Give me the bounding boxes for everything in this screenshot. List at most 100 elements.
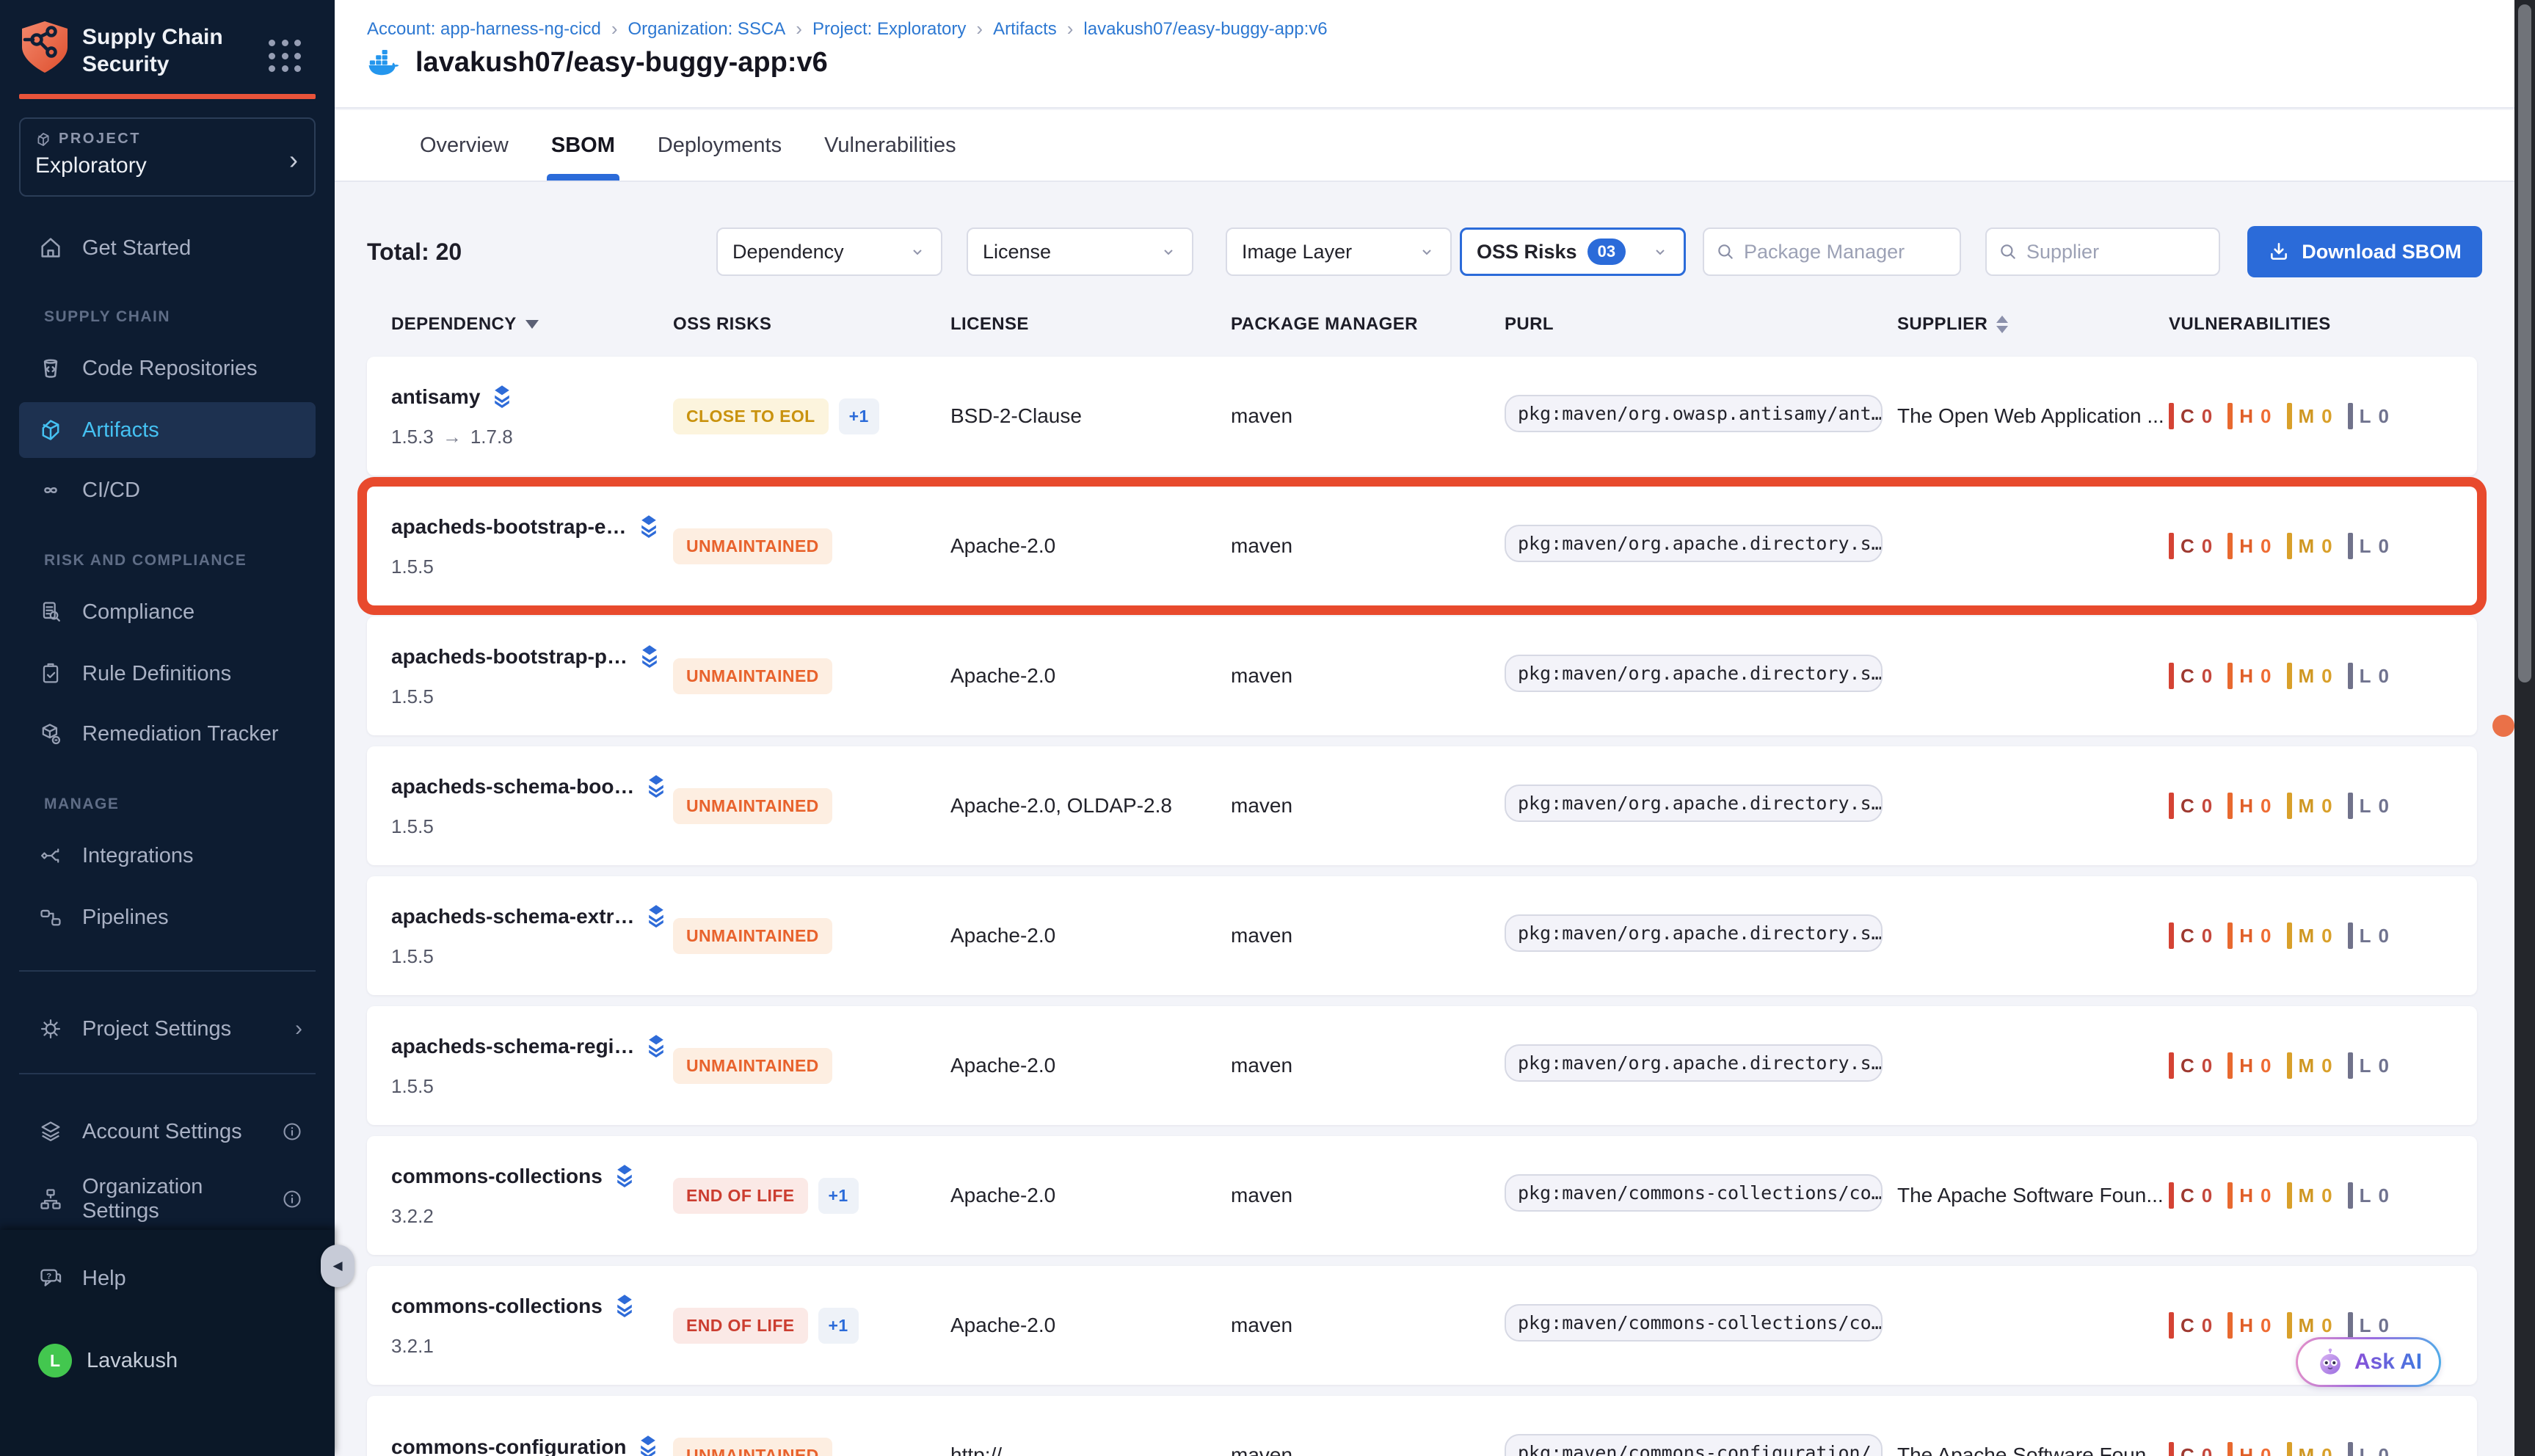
layers-icon[interactable] (636, 1435, 660, 1456)
tab-vulnerabilities[interactable]: Vulnerabilities (824, 110, 956, 181)
oss-risks-filter-select[interactable]: OSS Risks 03 (1460, 228, 1686, 276)
purl-cell: pkg:maven/org.apache.directory.s… (1505, 914, 1897, 957)
scrollbar-track[interactable] (2514, 0, 2535, 1456)
user-menu[interactable]: L Lavakush (19, 1333, 316, 1388)
ask-ai-button[interactable]: Ask AI (2296, 1337, 2441, 1387)
col-purl: PURL (1505, 314, 1897, 335)
table-row[interactable]: apacheds-schema-boo… 1.5.5 UNMAINTAINED … (367, 746, 2477, 865)
oss-risks-cell: UNMAINTAINED (673, 528, 950, 564)
layers-icon[interactable] (638, 644, 661, 669)
sidebar-item-cicd[interactable]: CI/CD (19, 462, 316, 518)
layers-icon[interactable] (644, 904, 668, 929)
package-manager-cell: maven (1231, 1184, 1505, 1207)
app-switcher-icon[interactable] (269, 40, 302, 73)
sidebar-item-compliance[interactable]: Compliance (19, 584, 316, 640)
sidebar-item-pipelines[interactable]: Pipelines (19, 889, 316, 945)
info-icon[interactable] (282, 1121, 302, 1142)
purl-pill[interactable]: pkg:maven/commons-configuration/… (1505, 1434, 1883, 1456)
more-risks-badge[interactable]: +1 (839, 398, 879, 434)
purl-pill[interactable]: pkg:maven/org.owasp.antisamy/ant… (1505, 395, 1883, 432)
supplier-input[interactable] (2026, 241, 2207, 263)
dependency-version: 1.5.5 (391, 685, 673, 708)
more-risks-badge[interactable]: +1 (818, 1178, 859, 1214)
tab-sbom[interactable]: SBOM (551, 110, 615, 181)
sidebar-item-code-repositories[interactable]: Code Repositories (19, 341, 316, 396)
download-sbom-button[interactable]: Download SBOM (2247, 226, 2482, 277)
avatar: L (38, 1344, 72, 1377)
tab-overview[interactable]: Overview (420, 110, 509, 181)
supplier-search (1985, 228, 2220, 276)
breadcrumb-account[interactable]: Account: app-harness-ng-cicd (367, 19, 601, 40)
package-manager-cell: maven (1231, 404, 1505, 428)
sidebar-item-help[interactable]: ? Help (19, 1251, 316, 1306)
breadcrumb-project[interactable]: Project: Exploratory (812, 19, 966, 40)
layers-icon[interactable] (613, 1294, 636, 1319)
table-row[interactable]: apacheds-schema-regi… 1.5.5 UNMAINTAINED… (367, 1006, 2477, 1125)
high-count: H0 (2227, 1442, 2272, 1456)
table-row[interactable]: commons-collections 3.2.2 END OF LIFE +1… (367, 1136, 2477, 1255)
layers-gear-icon (38, 1119, 63, 1144)
purl-pill[interactable]: pkg:maven/commons-collections/co… (1505, 1174, 1883, 1212)
scrollbar-thumb[interactable] (2518, 4, 2531, 682)
sidebar-item-organization-settings[interactable]: Organization Settings (19, 1171, 316, 1227)
sidebar-item-get-started[interactable]: Get Started (19, 220, 316, 276)
project-selector[interactable]: PROJECT Exploratory › (19, 117, 316, 197)
license-filter-select[interactable]: License (967, 228, 1193, 276)
purl-pill[interactable]: pkg:maven/org.apache.directory.s… (1505, 1044, 1883, 1082)
sidebar-item-integrations[interactable]: Integrations (19, 828, 316, 884)
layers-icon[interactable] (490, 385, 514, 410)
sort-toggle-icon[interactable] (1996, 316, 2008, 333)
dependency-version: 1.5.5 (391, 556, 673, 578)
table-row[interactable]: apacheds-schema-extr… 1.5.5 UNMAINTAINED… (367, 876, 2477, 995)
layers-icon[interactable] (644, 774, 668, 799)
notification-dot[interactable] (2492, 715, 2514, 737)
sidebar-item-account-settings[interactable]: Account Settings (19, 1104, 316, 1160)
home-icon (38, 236, 63, 261)
cube-icon (38, 418, 63, 443)
table-row[interactable]: antisamy 1.5.3 → 1.7.8 CLOSE TO EOL +1 B… (367, 357, 2477, 476)
chevron-right-icon: › (289, 147, 298, 173)
purl-pill[interactable]: pkg:maven/org.apache.directory.s… (1505, 785, 1883, 822)
dependency-name: apacheds-schema-extr… (391, 905, 634, 928)
breadcrumb-organization[interactable]: Organization: SSCA (628, 19, 786, 40)
layers-icon[interactable] (613, 1164, 636, 1189)
table-row[interactable]: apacheds-bootstrap-e… 1.5.5 UNMAINTAINED… (367, 487, 2477, 605)
oss-risks-cell: END OF LIFE +1 (673, 1178, 950, 1214)
layers-icon[interactable] (637, 514, 661, 539)
table-row[interactable]: commons-configuration UNMAINTAINED http:… (367, 1396, 2477, 1456)
vulnerabilities-cell: C0 H0 M0 L0 (2169, 663, 2462, 689)
tab-deployments[interactable]: Deployments (658, 110, 782, 181)
dependency-name: apacheds-bootstrap-p… (391, 645, 628, 669)
image-layer-filter-select[interactable]: Image Layer (1226, 228, 1452, 276)
vulnerabilities-cell: C0 H0 M0 L0 (2169, 403, 2462, 429)
ask-ai-label: Ask AI (2354, 1350, 2422, 1375)
package-manager-input[interactable] (1744, 241, 1948, 263)
sidebar-item-remediation-tracker[interactable]: Remediation Tracker (19, 706, 316, 762)
dependency-cell: apacheds-schema-regi… 1.5.5 (391, 1034, 673, 1098)
medium-count: M0 (2287, 663, 2333, 689)
sort-descending-icon[interactable] (525, 320, 539, 329)
layers-icon[interactable] (644, 1034, 668, 1059)
sidebar-item-rule-definitions[interactable]: Rule Definitions (19, 646, 316, 702)
purl-pill[interactable]: pkg:maven/org.apache.directory.s… (1505, 914, 1883, 952)
section-risk-compliance: RISK AND COMPLIANCE (44, 552, 247, 569)
dependency-filter-select[interactable]: Dependency (716, 228, 942, 276)
medium-count: M0 (2287, 533, 2333, 559)
sidebar-item-project-settings[interactable]: Project Settings › (19, 1001, 316, 1057)
more-risks-badge[interactable]: +1 (818, 1308, 859, 1344)
table-row[interactable]: apacheds-bootstrap-p… 1.5.5 UNMAINTAINED… (367, 616, 2477, 735)
pipeline-flow-icon (38, 905, 63, 930)
medium-count: M0 (2287, 793, 2333, 819)
purl-pill[interactable]: pkg:maven/commons-collections/co… (1505, 1304, 1883, 1342)
purl-pill[interactable]: pkg:maven/org.apache.directory.s… (1505, 655, 1883, 692)
info-icon[interactable] (282, 1189, 302, 1209)
table-row[interactable]: commons-collections 3.2.1 END OF LIFE +1… (367, 1266, 2477, 1385)
col-vulnerabilities: VULNERABILITIES (2169, 314, 2477, 335)
sidebar-collapse-handle[interactable]: ◀ (321, 1245, 354, 1287)
sidebar-item-artifacts[interactable]: Artifacts (19, 402, 316, 458)
purl-pill[interactable]: pkg:maven/org.apache.directory.s… (1505, 525, 1883, 562)
breadcrumb-artifact-name[interactable]: lavakush07/easy-buggy-app:v6 (1083, 19, 1327, 40)
breadcrumb-artifacts[interactable]: Artifacts (993, 19, 1057, 40)
oss-risks-cell: UNMAINTAINED (673, 788, 950, 824)
license-cell: Apache-2.0 (950, 534, 1231, 558)
